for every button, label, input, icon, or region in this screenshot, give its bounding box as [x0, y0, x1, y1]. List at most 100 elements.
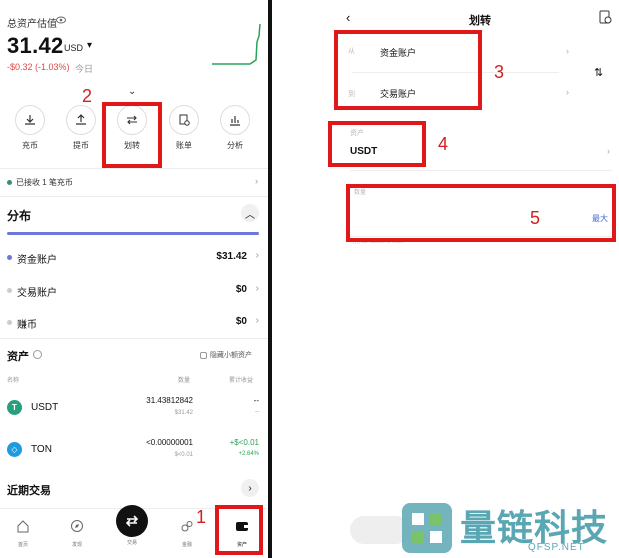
ton-icon: ◇	[7, 442, 22, 457]
account-row-earn[interactable]: 赚币 $0 ›	[7, 315, 259, 331]
step-label-4: 4	[438, 134, 449, 154]
account-name: 交易账户	[17, 288, 57, 299]
divider	[0, 168, 268, 169]
highlight-from-to	[334, 30, 482, 110]
bill-label: 账单	[176, 141, 192, 150]
currency-dropdown-icon[interactable]: ▾	[87, 40, 92, 51]
step-label-1: 1	[196, 507, 207, 527]
collapse-chevron-icon[interactable]: ⌄	[128, 86, 136, 97]
coin-pnl-pct: +2.64%	[238, 451, 259, 457]
total-balance: 31.42	[7, 33, 64, 58]
withdraw-icon	[76, 114, 86, 125]
account-value: $0	[235, 284, 247, 295]
account-dot	[7, 320, 12, 325]
checkbox[interactable]	[200, 351, 207, 359]
account-row-funding[interactable]: 资金账户 $31.42 ›	[7, 250, 259, 266]
tab-discover[interactable]: 发现	[62, 519, 92, 548]
watermark: 量链科技 QFSP.NET	[398, 497, 619, 558]
swap-direction-icon[interactable]: ⇅	[594, 66, 603, 79]
distribution-bar	[7, 232, 259, 235]
finance-icon	[181, 521, 193, 532]
chevron-right-icon: ›	[255, 315, 259, 326]
status-dot	[7, 180, 12, 186]
deposit-notice-text: 已接收 1 笔充币	[16, 178, 73, 187]
coin-row-usdt[interactable]: T USDT 31.43812842 $31.42 -- --	[7, 396, 259, 426]
analysis-button[interactable]: 分析	[215, 105, 255, 151]
coin-pnl-pct: --	[255, 409, 259, 415]
trade-label: 交易	[126, 540, 137, 546]
coin-symbol: USDT	[31, 402, 59, 413]
account-row-trading[interactable]: 交易账户 $0 ›	[7, 283, 259, 299]
asset-overview-screen: 总资产估值 31.42 USD ▾ -$0.32 (-1.03%) 今日 ⌄ 充…	[0, 0, 268, 558]
analysis-label: 分析	[227, 141, 243, 150]
transfer-screen: ‹ 划转 从 资金账户 › 到 交易账户 › ⇅ 3 资产 USDT › 4 数…	[272, 0, 619, 558]
bill-button[interactable]: 账单	[164, 105, 204, 151]
chevron-right-icon[interactable]: ›	[241, 479, 259, 497]
info-icon[interactable]	[33, 350, 42, 359]
deposit-label: 充币	[22, 141, 38, 150]
step-label-5: 5	[530, 208, 541, 228]
bill-icon	[179, 114, 190, 126]
usdt-icon: T	[7, 400, 22, 415]
chevron-right-icon[interactable]: ›	[255, 176, 258, 186]
distribution-title: 分布	[7, 209, 32, 223]
tab-label: 发现	[71, 542, 82, 548]
highlight-quantity	[346, 184, 616, 242]
watermark-logo	[402, 503, 452, 553]
currency-label[interactable]: USD	[64, 43, 83, 53]
coin-value: $<0.01	[174, 452, 193, 458]
pnl-today: -$0.32 (-1.03%)	[7, 62, 70, 72]
coin-row-ton[interactable]: ◇ TON <0.00000001 $<0.01 +$<0.01 +2.64%	[7, 438, 259, 468]
coin-amount: <0.00000001	[146, 438, 193, 447]
chevron-right-icon[interactable]: ›	[566, 46, 569, 56]
chevron-right-icon: ›	[255, 250, 259, 261]
account-value: $31.42	[216, 251, 247, 262]
home-icon	[17, 520, 29, 533]
total-assets-label: 总资产估值	[7, 19, 57, 30]
tab-label: 首页	[17, 542, 28, 548]
highlight-transfer	[102, 102, 162, 168]
col-pnl-header: 累计收益	[229, 378, 254, 384]
page-title: 划转	[469, 15, 491, 27]
today-label: 今日	[75, 64, 94, 74]
account-value: $0	[235, 316, 247, 327]
eye-icon[interactable]	[56, 16, 66, 24]
step-label-2: 2	[82, 86, 93, 106]
account-name: 赚币	[17, 320, 37, 331]
compass-icon	[71, 520, 83, 532]
account-name: 资金账户	[17, 255, 57, 266]
chevron-right-icon[interactable]: ›	[566, 87, 569, 97]
account-dot	[7, 255, 12, 260]
coin-pnl: +$<0.01	[229, 438, 259, 447]
deposit-notice[interactable]: 已接收 1 笔充币	[7, 177, 73, 188]
history-icon[interactable]	[599, 10, 612, 25]
col-name-header: 名称	[7, 378, 20, 384]
deposit-button[interactable]: 充币	[10, 105, 50, 151]
divider	[350, 170, 612, 171]
analysis-icon	[230, 116, 240, 126]
balance-sparkline	[212, 23, 261, 65]
withdraw-button[interactable]: 提币	[61, 105, 101, 151]
chevron-right-icon: ›	[255, 283, 259, 294]
divider	[0, 338, 268, 339]
watermark-url: QFSP.NET	[528, 542, 585, 553]
chevron-up-icon[interactable]: ︿	[241, 204, 259, 222]
coin-symbol: TON	[31, 444, 52, 455]
tab-home[interactable]: 首页	[8, 519, 38, 548]
coin-value: $31.42	[174, 410, 193, 416]
highlight-assets-tab	[215, 505, 263, 555]
trade-button[interactable]	[116, 505, 148, 537]
deposit-icon	[25, 115, 35, 125]
back-arrow-icon[interactable]: ‹	[346, 10, 350, 25]
divider	[0, 196, 268, 197]
highlight-asset	[328, 121, 426, 167]
chevron-right-icon[interactable]: ›	[607, 146, 610, 156]
hide-small-assets-toggle[interactable]: 隐藏小额资产	[200, 350, 252, 360]
withdraw-label: 提币	[73, 141, 89, 150]
coin-amount: 31.43812842	[146, 396, 193, 405]
hide-small-label: 隐藏小额资产	[210, 352, 252, 359]
swap-icon	[125, 515, 139, 527]
col-qty-header: 数量	[178, 378, 191, 384]
recent-trades-title: 近期交易	[7, 485, 51, 497]
assets-title: 资产	[7, 351, 29, 363]
